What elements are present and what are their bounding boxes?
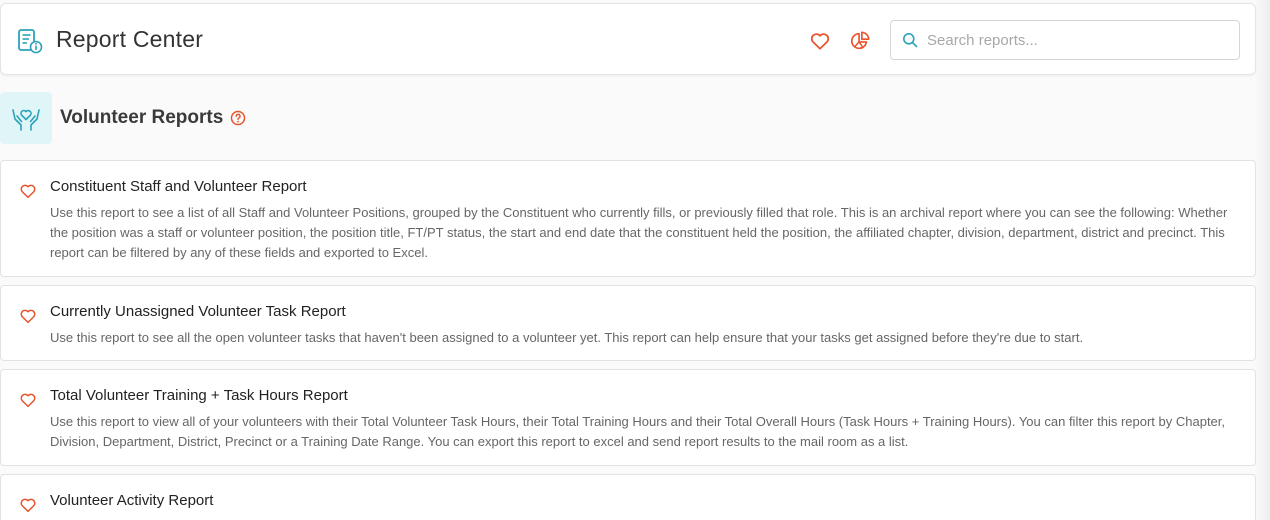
search-icon [903, 33, 918, 48]
section-header: Volunteer Reports [0, 92, 600, 144]
report-center-header: Report Center [0, 3, 1256, 75]
report-document-icon [18, 29, 43, 54]
section-icon-tile [0, 92, 52, 144]
favorite-heart-icon[interactable] [19, 307, 37, 325]
favorite-heart-icon[interactable] [19, 391, 37, 409]
report-card[interactable]: Total Volunteer Training + Task Hours Re… [0, 369, 1256, 466]
report-title[interactable]: Total Volunteer Training + Task Hours Re… [50, 387, 348, 404]
favorites-heart-icon[interactable] [809, 30, 831, 52]
report-description: Use this report to see all the open volu… [50, 330, 1084, 345]
report-card[interactable]: Volunteer Activity Report [0, 474, 1256, 520]
section-title: Volunteer Reports [60, 107, 224, 128]
search-box[interactable] [890, 20, 1240, 60]
favorite-heart-icon[interactable] [19, 496, 37, 514]
page-title: Report Center [56, 26, 204, 52]
help-circle-icon[interactable] [230, 110, 246, 126]
report-title[interactable]: Volunteer Activity Report [50, 492, 213, 509]
report-title[interactable]: Currently Unassigned Volunteer Task Repo… [50, 303, 346, 320]
pie-chart-icon[interactable] [849, 30, 871, 52]
report-card[interactable]: Constituent Staff and Volunteer Report U… [0, 160, 1256, 277]
scroll-shade [1254, 0, 1270, 520]
report-description: Use this report to view all of your volu… [50, 414, 1226, 449]
report-card[interactable]: Currently Unassigned Volunteer Task Repo… [0, 285, 1256, 361]
search-input[interactable] [927, 29, 1227, 51]
favorite-heart-icon[interactable] [19, 182, 37, 200]
report-description: Use this report to see a list of all Sta… [50, 205, 1228, 260]
hands-heart-icon [12, 109, 40, 131]
report-title[interactable]: Constituent Staff and Volunteer Report [50, 178, 307, 195]
